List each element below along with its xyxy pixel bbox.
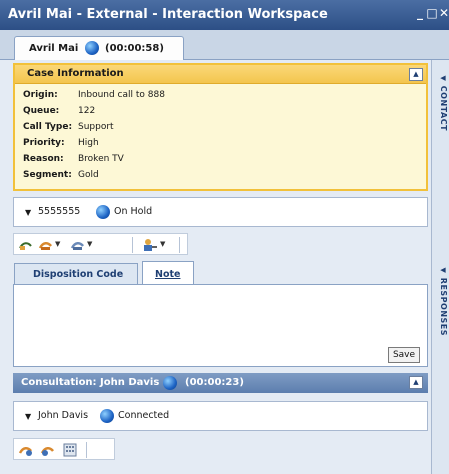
globe-icon xyxy=(100,409,114,423)
globe-icon xyxy=(163,376,177,390)
contact-side-tab[interactable]: ◀ CONTACT xyxy=(434,74,448,131)
consultation-party-row: ▼ John Davis Connected xyxy=(13,401,428,431)
save-button[interactable]: Save xyxy=(388,347,420,363)
interaction-tab-name: Avril Mai xyxy=(29,43,79,54)
case-field-segment: Segment: Gold xyxy=(23,170,99,180)
collapse-icon[interactable]: ▲ xyxy=(409,376,423,389)
case-information-panel: Case Information ▲ Origin: Inbound call t… xyxy=(13,63,428,191)
party-menu-arrow-icon[interactable]: ▼ xyxy=(25,412,31,421)
case-field-label: Origin: xyxy=(23,90,58,100)
consultation-title: Consultation: John Davis xyxy=(21,377,160,388)
contact-side-tab-label: CONTACT xyxy=(439,85,448,132)
interaction-tab[interactable]: Avril Mai (00:00:58) xyxy=(14,36,184,61)
case-field-value: Inbound call to 888 xyxy=(78,90,165,100)
case-field-label: Priority: xyxy=(23,138,65,148)
note-textarea[interactable] xyxy=(17,288,426,347)
conference-call-icon[interactable] xyxy=(70,237,86,253)
window-title: Avril Mai - External - Interaction Works… xyxy=(8,7,328,22)
case-field-value: High xyxy=(78,138,99,148)
case-field-label: Queue: xyxy=(23,106,60,116)
complete-transfer-icon[interactable] xyxy=(18,442,34,458)
consultation-timer: (00:00:23) xyxy=(185,377,244,388)
case-field-value: 122 xyxy=(78,106,96,116)
close-icon[interactable]: ✕ xyxy=(438,6,449,20)
case-field-value: Broken TV xyxy=(78,154,124,164)
tab-disposition-code[interactable]: Disposition Code xyxy=(14,263,138,285)
note-panel: Save xyxy=(13,284,428,367)
globe-icon xyxy=(85,41,99,55)
expand-arrow-icon: ◀ xyxy=(439,74,447,83)
call-action-toolbar: ▼ ▼ ▼ xyxy=(13,233,188,255)
interaction-tab-bar: Avril Mai (00:00:58) xyxy=(0,30,449,61)
consultation-toolbar xyxy=(13,438,115,460)
consult-agent-icon[interactable] xyxy=(142,237,158,253)
case-field-label: Call Type: xyxy=(23,122,73,132)
case-field-origin: Origin: Inbound call to 888 xyxy=(23,90,165,100)
consultation-party-name[interactable]: John Davis xyxy=(38,410,88,421)
interaction-tab-timer: (00:00:58) xyxy=(105,43,164,54)
tab-note-label: Note xyxy=(155,269,181,280)
case-field-label: Segment: xyxy=(23,170,72,180)
case-field-call-type: Call Type: Support xyxy=(23,122,114,132)
dropdown-arrow-icon[interactable]: ▼ xyxy=(160,240,165,248)
maximize-icon[interactable]: □ xyxy=(426,6,438,20)
consultation-party-status: Connected xyxy=(118,410,170,421)
globe-icon xyxy=(96,205,110,219)
side-tab-strip: ◀ CONTACT ◀ RESPONSES xyxy=(431,60,449,474)
case-field-priority: Priority: High xyxy=(23,138,99,148)
caller-status: On Hold xyxy=(114,206,153,217)
case-field-reason: Reason: Broken TV xyxy=(23,154,124,164)
hold-call-icon[interactable] xyxy=(38,237,54,253)
caller-number[interactable]: 5555555 xyxy=(38,206,80,217)
window-title-bar: Avril Mai - External - Interaction Works… xyxy=(0,0,449,30)
party-menu-arrow-icon[interactable]: ▼ xyxy=(25,208,31,217)
case-information-title: Case Information xyxy=(27,68,124,79)
caller-party-row: ▼ 5555555 On Hold xyxy=(13,197,428,227)
case-field-value: Support xyxy=(78,122,114,132)
tab-note[interactable]: Note xyxy=(142,261,194,285)
toolbar-divider xyxy=(179,237,180,253)
responses-side-tab[interactable]: ◀ RESPONSES xyxy=(434,266,448,336)
tab-disposition-code-label: Disposition Code xyxy=(33,269,124,280)
consultation-header: Consultation: John Davis (00:00:23) ▲ xyxy=(13,373,428,393)
toolbar-divider xyxy=(86,442,87,458)
dropdown-arrow-icon[interactable]: ▼ xyxy=(55,240,60,248)
expand-arrow-icon: ◀ xyxy=(439,266,447,275)
case-field-queue: Queue: 122 xyxy=(23,106,95,116)
complete-conference-icon[interactable] xyxy=(40,442,56,458)
case-field-label: Reason: xyxy=(23,154,64,164)
responses-side-tab-label: RESPONSES xyxy=(439,277,448,337)
case-information-header: Case Information ▲ xyxy=(15,65,426,84)
minimize-icon[interactable]: _ xyxy=(414,6,426,20)
transfer-call-icon[interactable] xyxy=(18,237,34,253)
toolbar-divider xyxy=(132,237,133,253)
case-field-value: Gold xyxy=(78,170,99,180)
collapse-icon[interactable]: ▲ xyxy=(409,68,423,81)
dropdown-arrow-icon[interactable]: ▼ xyxy=(87,240,92,248)
keypad-icon[interactable] xyxy=(62,442,78,458)
